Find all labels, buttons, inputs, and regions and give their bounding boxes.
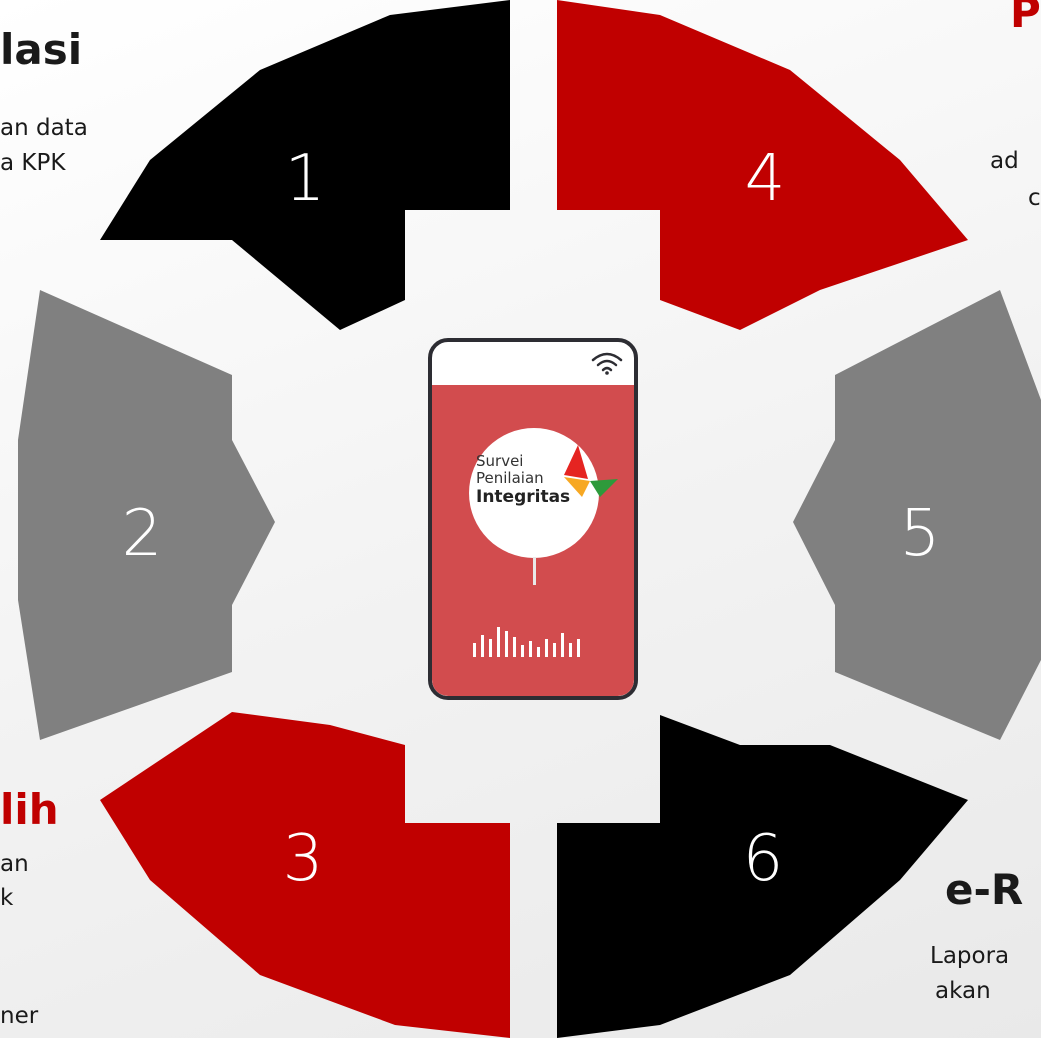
step1-text-line1: an data	[0, 115, 88, 141]
step3-text-line2: k	[0, 885, 14, 911]
audio-bars-icon	[473, 627, 580, 657]
step4-text-line2: c	[1028, 185, 1041, 211]
step6-text-line1: Lapora	[930, 943, 1010, 969]
step6-title: e-R	[945, 865, 1024, 914]
segment-4-number: 4	[745, 142, 786, 216]
step4-title: P	[1010, 0, 1041, 37]
wifi-icon	[591, 352, 623, 375]
segment-6-number: 6	[743, 822, 784, 896]
step1-title: lasi	[0, 25, 83, 74]
logo-text-penilaian: Penilaian	[476, 469, 544, 487]
step3-text-line3: ner	[0, 1003, 39, 1029]
phone-screen: Survei Penilaian Integritas	[432, 385, 634, 696]
segment-5-number: 5	[900, 497, 941, 571]
phone-illustration: Survei Penilaian Integritas	[428, 338, 638, 700]
step1-text-line2: a KPK	[0, 150, 66, 176]
step6-text-line2: akan	[935, 978, 991, 1004]
segment-3-number: 3	[283, 822, 324, 896]
segment-2-number: 2	[122, 497, 163, 571]
step3-text-line1: an	[0, 851, 29, 877]
logo-text-survei: Survei	[476, 452, 524, 470]
step4-text-line1: ad	[990, 148, 1019, 174]
step3-title: lih	[0, 785, 59, 834]
logo-stem	[533, 557, 536, 585]
logo-text-integritas: Integritas	[476, 487, 571, 507]
segment-1-number: 1	[285, 142, 326, 216]
